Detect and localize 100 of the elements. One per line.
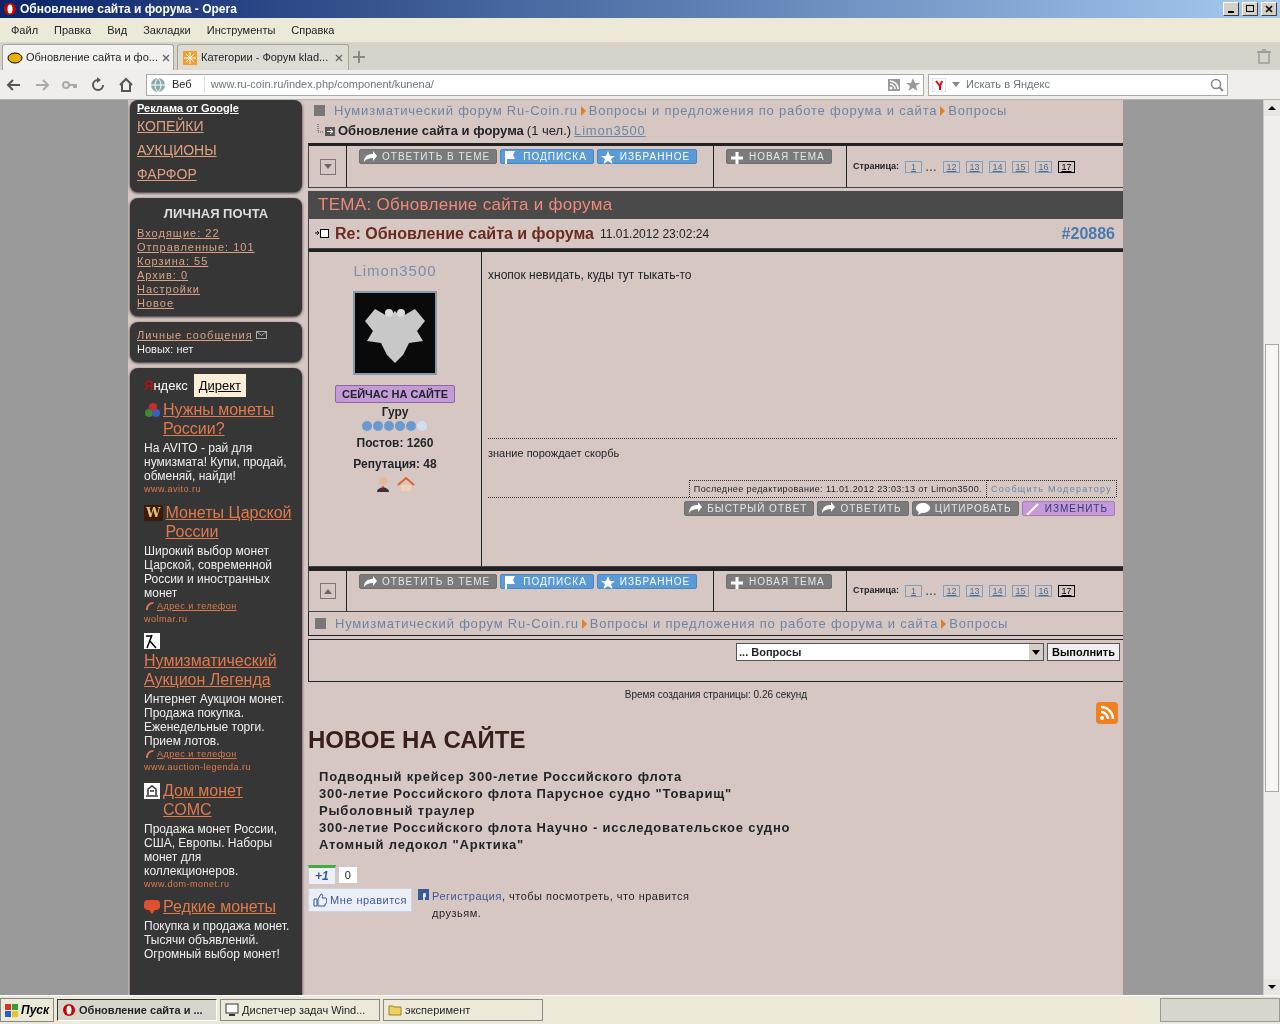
maximize-button[interactable]: [1242, 2, 1258, 16]
page-link[interactable]: 16: [1035, 160, 1053, 173]
direct-link[interactable]: Директ: [193, 373, 247, 397]
like-button[interactable]: Мне нравится: [308, 888, 413, 912]
start-button[interactable]: Пуск: [0, 998, 55, 1022]
toolbar-button[interactable]: ОТВЕТИТЬ В ТЕМЕ: [359, 149, 498, 164]
news-link[interactable]: 300-летие Российского флота Научно - исследовательское судно: [319, 819, 791, 836]
toolbar-button[interactable]: ПОДПИСКА: [500, 149, 594, 164]
mail-link[interactable]: Отправленные: 101: [137, 239, 255, 254]
mail-link[interactable]: Архив: 0: [137, 267, 189, 282]
caret-icon[interactable]: [952, 82, 960, 87]
close-tab-icon[interactable]: [160, 52, 171, 63]
page-link[interactable]: 1: [905, 160, 923, 173]
breadcrumb-link[interactable]: Вопросы и предложения по работе форума и сайта: [589, 613, 939, 634]
breadcrumb-link[interactable]: Нумизматический форум Ru-Coin.ru: [335, 613, 579, 634]
post-action-button[interactable]: ЦИТИРОВАТЬ: [911, 500, 1019, 516]
ad-title-link[interactable]: Дом монет СОМС: [163, 780, 295, 819]
page-link[interactable]: 14: [989, 585, 1007, 597]
page-link[interactable]: 16: [1035, 585, 1053, 597]
page-link[interactable]: 17: [1058, 160, 1076, 173]
page-link[interactable]: 12: [943, 585, 961, 597]
ad-title-link[interactable]: Монеты Царской России: [165, 502, 295, 541]
page-link[interactable]: 15: [1012, 160, 1030, 173]
home-icon[interactable]: [118, 76, 134, 93]
plus-one-button[interactable]: +1: [308, 865, 336, 885]
submit-button[interactable]: Выполнить: [1047, 643, 1120, 661]
mail-link[interactable]: Новое: [137, 295, 175, 310]
menu-item[interactable]: Инструменты: [198, 21, 284, 39]
jump-select[interactable]: ... Вопросы: [736, 643, 1044, 661]
close-tab-icon[interactable]: [334, 52, 344, 63]
mail-link[interactable]: Входящие: 22: [137, 225, 220, 240]
toggle-button[interactable]: [319, 583, 336, 599]
toolbar-button[interactable]: ИЗБРАННОЕ: [596, 574, 698, 589]
scrollbar[interactable]: [1263, 100, 1280, 995]
page-link[interactable]: 13: [966, 160, 984, 173]
post-action-button[interactable]: БЫСТРЫЙ ОТВЕТ: [684, 500, 815, 516]
register-link[interactable]: Регистрация: [432, 890, 502, 902]
news-link[interactable]: Подводный крейсер 300-летие Российского флота: [319, 768, 683, 785]
mail-link[interactable]: Корзина: 55: [137, 253, 209, 268]
address-field[interactable]: Веб www.ru-coin.ru/index.php/component/kunena/: [146, 73, 924, 96]
user-figure-icon[interactable]: [375, 476, 391, 492]
trash-icon[interactable]: [1256, 48, 1272, 64]
toolbar-button[interactable]: НОВАЯ ТЕМА: [726, 149, 832, 164]
page-link[interactable]: 1: [905, 585, 923, 597]
breadcrumb-link[interactable]: Вопросы и предложения по работе форума и сайта: [588, 101, 938, 121]
taskbar-button[interactable]: Обновление сайта и ...: [57, 999, 218, 1021]
browser-tab[interactable]: Обновление сайта и фо...: [2, 44, 174, 70]
menu-item[interactable]: Вид: [99, 21, 136, 39]
viewer-link[interactable]: Limon3500: [574, 120, 646, 140]
toolbar-button[interactable]: ИЗБРАННОЕ: [596, 149, 698, 164]
page-link[interactable]: 14: [989, 160, 1007, 173]
reload-icon[interactable]: [90, 76, 106, 93]
breadcrumb-link[interactable]: Нумизматический форум Ru-Coin.ru: [334, 101, 578, 121]
sidebar-link[interactable]: АУКЦИОНЫ: [137, 138, 217, 162]
toolbar-button[interactable]: ОТВЕТИТЬ В ТЕМЕ: [359, 574, 498, 589]
browser-tab[interactable]: Категории - Форум klad...: [177, 44, 349, 70]
ad-title-link[interactable]: Редкие монеты: [163, 897, 277, 916]
page-link[interactable]: 15: [1012, 585, 1030, 597]
feed-icon[interactable]: [1096, 702, 1118, 724]
scroll-up-icon[interactable]: [1264, 100, 1280, 116]
page-link[interactable]: 13: [966, 585, 984, 597]
search-field[interactable]: Искать в Яндекс: [928, 73, 1228, 96]
ad-title-link[interactable]: Нужны монеты России?: [163, 400, 295, 438]
forward-icon[interactable]: [34, 76, 50, 93]
messages-link[interactable]: Личные сообщения: [137, 327, 253, 342]
new-tab-icon[interactable]: [352, 50, 366, 64]
taskbar-button[interactable]: эксперимент: [383, 999, 544, 1021]
back-icon[interactable]: [6, 76, 22, 93]
scroll-down-icon[interactable]: [1264, 979, 1280, 995]
contact-link[interactable]: Адрес и телефон: [157, 747, 237, 761]
ad-title-link[interactable]: Нумизматический Аукцион Легенда: [144, 650, 295, 689]
menu-item[interactable]: Закладки: [135, 21, 199, 39]
post-number-link[interactable]: #20886: [1061, 221, 1115, 246]
taskbar-button[interactable]: Диспетчер задач Wind...: [220, 999, 381, 1021]
star-icon[interactable]: [906, 77, 920, 92]
sidebar-link[interactable]: КОПЕЙКИ: [137, 114, 204, 138]
page-link[interactable]: 17: [1058, 585, 1076, 597]
sidebar-link[interactable]: ФАРФОР: [137, 162, 197, 186]
post-action-button[interactable]: ОТВЕТИТЬ: [817, 500, 909, 516]
menu-item[interactable]: Файл: [3, 21, 47, 39]
news-link[interactable]: Атомный ледокол "Арктика": [319, 836, 524, 853]
toggle-button[interactable]: [319, 158, 336, 175]
toolbar-button[interactable]: НОВАЯ ТЕМА: [726, 574, 832, 589]
menu-item[interactable]: Справка: [283, 21, 343, 39]
menu-item[interactable]: Правка: [46, 21, 100, 39]
breadcrumb-link[interactable]: Вопросы: [948, 101, 1008, 121]
post-action-button[interactable]: ИЗМЕНИТЬ: [1021, 500, 1115, 516]
search-icon[interactable]: [1210, 77, 1224, 92]
scrollbar-thumb[interactable]: [1265, 344, 1279, 792]
breadcrumb-link[interactable]: Вопросы: [949, 613, 1009, 634]
toolbar-button[interactable]: ПОДПИСКА: [500, 574, 594, 589]
report-link[interactable]: Сообщить Модератору: [987, 480, 1117, 497]
news-link[interactable]: Рыболовный траулер: [319, 802, 476, 819]
minimize-button[interactable]: [1223, 2, 1239, 16]
feed-icon[interactable]: [888, 78, 900, 91]
page-link[interactable]: 12: [943, 160, 961, 173]
close-button[interactable]: [1261, 2, 1277, 16]
contact-link[interactable]: Адрес и телефон: [157, 599, 237, 613]
sidebar-link[interactable]: Реклама от Google: [137, 102, 239, 114]
mail-link[interactable]: Настройки: [137, 281, 200, 296]
